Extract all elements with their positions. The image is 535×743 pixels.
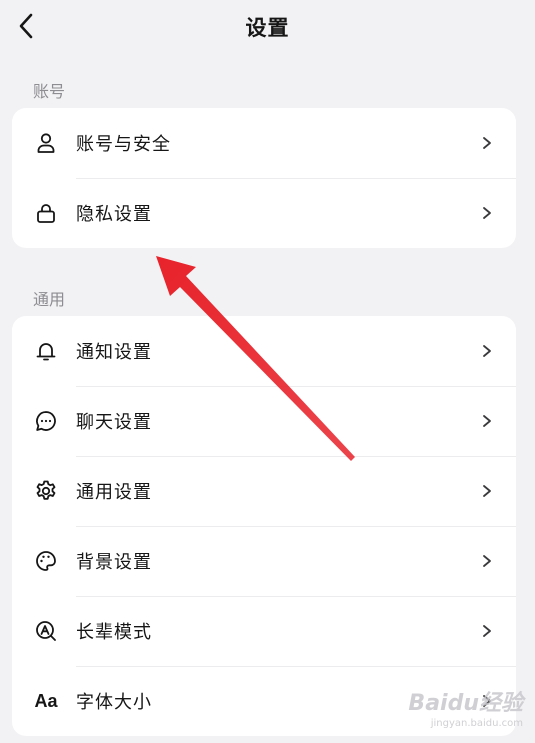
row-notification-settings[interactable]: 通知设置 — [12, 316, 516, 386]
watermark-main: Baidu经验 — [408, 691, 523, 716]
row-label: 通知设置 — [76, 342, 152, 363]
row-account-security[interactable]: 账号与安全 — [12, 108, 516, 178]
chevron-right-icon — [483, 555, 491, 567]
row-label: 隐私设置 — [76, 204, 152, 225]
chevron-right-icon — [483, 485, 491, 497]
chevron-right-icon — [483, 345, 491, 357]
user-icon — [33, 130, 59, 156]
section-label-general: 通用 — [33, 290, 66, 309]
row-background-settings[interactable]: 背景设置 — [12, 526, 516, 596]
palette-icon — [33, 548, 59, 574]
gear-icon — [33, 478, 59, 504]
bell-icon — [33, 338, 59, 364]
lock-icon — [33, 200, 59, 226]
row-label: 长辈模式 — [76, 622, 152, 643]
watermark: Baidu经验 jingyan.baidu.com — [408, 685, 523, 729]
row-general-settings[interactable]: 通用设置 — [12, 456, 516, 526]
elder-mode-icon — [33, 618, 59, 644]
page-title: 设置 — [245, 16, 290, 40]
font-size-icon: Aa — [33, 688, 59, 714]
row-label: 背景设置 — [76, 552, 152, 573]
chevron-right-icon — [483, 415, 491, 427]
font-size-icon-text: Aa — [34, 690, 58, 711]
row-label: 聊天设置 — [76, 412, 152, 433]
chevron-right-icon — [483, 625, 491, 637]
general-card: 通知设置 聊天设置 通用设置 背景设置 长辈模式 Aa 字体大小 — [12, 316, 516, 736]
row-label: 通用设置 — [76, 482, 152, 503]
chevron-right-icon — [483, 137, 491, 149]
row-chat-settings[interactable]: 聊天设置 — [12, 386, 516, 456]
row-privacy-settings[interactable]: 隐私设置 — [12, 178, 516, 248]
chat-bubble-icon — [33, 408, 59, 434]
section-label-account: 账号 — [33, 82, 66, 101]
row-label: 账号与安全 — [76, 134, 171, 155]
chevron-right-icon — [483, 207, 491, 219]
nav-bar: 设置 — [0, 0, 535, 56]
watermark-sub: jingyan.baidu.com — [430, 718, 523, 729]
account-card: 账号与安全 隐私设置 — [12, 108, 516, 248]
row-elder-mode[interactable]: 长辈模式 — [12, 596, 516, 666]
